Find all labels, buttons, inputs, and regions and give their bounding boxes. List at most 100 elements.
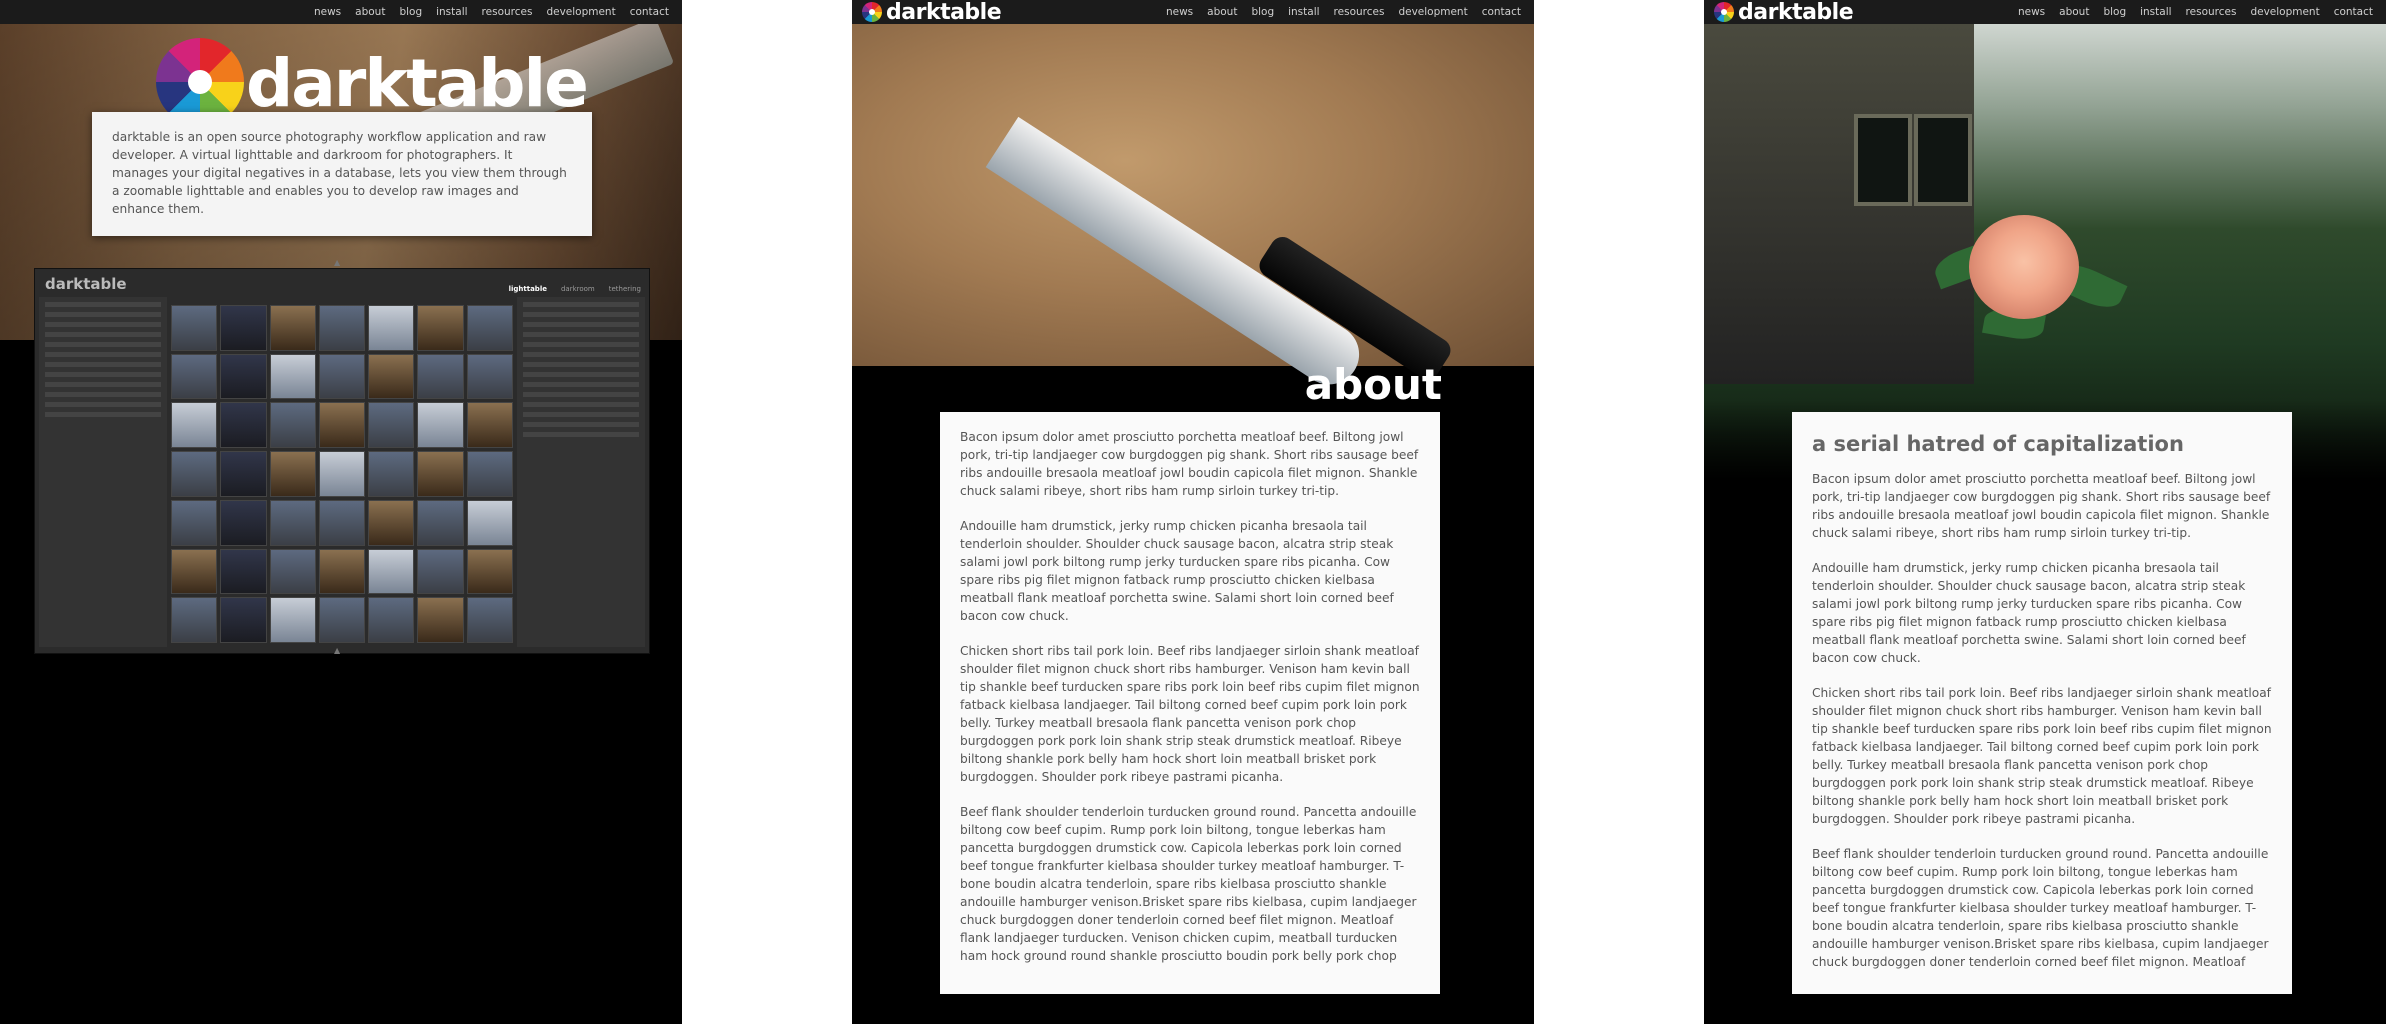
photo-thumbnail [368,353,415,400]
paragraph: Beef flank shoulder tenderloin turducken… [1812,847,2269,969]
photo-thumbnail [269,305,316,351]
top-nav: darktable news about blog install resour… [852,0,1534,25]
photo-thumbnail [171,499,218,546]
photo-thumbnail [220,353,267,400]
photo-thumbnail [220,402,267,449]
brand[interactable]: darktable [1714,0,1854,25]
photo-thumbnail [368,451,415,497]
photo-thumbnail [417,597,464,643]
nav-item-about[interactable]: about [1200,0,1244,24]
nav-item-development[interactable]: development [539,0,622,24]
nav-item-development[interactable]: development [2243,0,2326,24]
post-title[interactable]: a serial hatred of capitalization [1812,432,2272,456]
about-page: darktable news about blog install resour… [852,0,1534,1024]
hero-image [852,24,1534,396]
nav-item-contact[interactable]: contact [2327,0,2380,24]
photo-thumbnail [171,451,218,497]
window-shape [1854,114,1912,206]
paragraph: Andouille ham drumstick, jerky rump chic… [960,519,1394,623]
nav-item-contact[interactable]: contact [1475,0,1528,24]
paragraph: Bacon ipsum dolor amet prosciutto porche… [1812,472,2271,540]
nav-item-install[interactable]: install [429,0,474,24]
nav-item-contact[interactable]: contact [623,0,676,24]
nav-item-news[interactable]: news [307,0,348,24]
nav-menu: news about blog install resources develo… [2011,0,2380,24]
paragraph: Bacon ipsum dolor amet prosciutto porche… [960,430,1419,498]
photo-thumbnail [417,305,464,351]
brand-name: darktable [1738,0,1854,25]
screenshot-left-panel [39,297,167,647]
photo-thumbnail [466,305,513,351]
brand-name: darktable [886,0,1002,25]
intro-text: darktable is an open source photography … [112,130,567,216]
nav-menu: news about blog install resources develo… [307,0,676,24]
rose-shape [1969,215,2079,319]
screenshot-thumbnail-grid [171,305,513,643]
nav-item-blog[interactable]: blog [392,0,429,24]
photo-thumbnail [171,402,218,449]
nav-item-news[interactable]: news [1159,0,1200,24]
page-title: about [1304,360,1442,409]
nav-item-resources[interactable]: resources [475,0,540,24]
photo-thumbnail [318,499,366,546]
screenshot-tab-lighttable: lighttable [508,285,547,293]
photo-thumbnail [269,353,316,400]
photo-thumbnail [466,597,513,643]
paragraph: Chicken short ribs tail pork loin. Beef … [960,644,1420,784]
photo-thumbnail [466,451,513,497]
darktable-logo-icon [1714,2,1734,22]
photo-thumbnail [318,353,366,400]
nav-item-about[interactable]: about [348,0,392,24]
nav-item-install[interactable]: install [1281,0,1326,24]
paragraph: Beef flank shoulder tenderloin turducken… [960,805,1417,963]
paragraph: Andouille ham drumstick, jerky rump chic… [1812,561,2246,665]
photo-thumbnail [466,499,513,546]
house-shape [1704,24,1974,384]
collapse-bottom-arrow-icon[interactable]: ▲ [334,646,340,655]
screenshot-tab-tethering: tethering [608,285,641,293]
screenshot-view-tabs: lighttable darkroom tethering [509,285,641,293]
photo-thumbnail [368,499,415,546]
app-screenshot: darktable lighttable darkroom tethering [34,268,650,654]
photo-thumbnail [466,353,513,400]
photo-thumbnail [171,305,218,351]
photo-thumbnail [368,402,415,449]
paragraph: Chicken short ribs tail pork loin. Beef … [1812,686,2272,826]
screenshot-app-title: darktable [45,275,127,293]
photo-thumbnail [368,597,415,643]
nav-item-blog[interactable]: blog [2096,0,2133,24]
nav-item-development[interactable]: development [1391,0,1474,24]
photo-thumbnail [318,451,366,497]
darktable-logo-icon [862,2,882,22]
blog-post: a serial hatred of capitalization Bacon … [1792,412,2292,994]
top-nav: darktable news about blog install resour… [1704,0,2386,25]
photo-thumbnail [269,597,316,643]
brand[interactable]: darktable [862,0,1002,25]
photo-thumbnail [368,548,415,595]
collapse-top-arrow-icon[interactable]: ▲ [334,258,340,267]
intro-card: darktable is an open source photography … [92,112,592,236]
nav-item-news[interactable]: news [2011,0,2052,24]
photo-thumbnail [417,451,464,497]
nav-item-about[interactable]: about [2052,0,2096,24]
photo-thumbnail [269,451,316,497]
photo-thumbnail [417,499,464,546]
photo-thumbnail [269,402,316,449]
photo-thumbnail [318,402,366,449]
nav-item-install[interactable]: install [2133,0,2178,24]
photo-thumbnail [417,353,464,400]
window-shape [1914,114,1972,206]
nav-item-resources[interactable]: resources [1327,0,1392,24]
photo-thumbnail [318,305,366,351]
photo-thumbnail [417,402,464,449]
nav-item-blog[interactable]: blog [1244,0,1281,24]
photo-thumbnail [466,548,513,595]
photo-thumbnail [368,305,415,351]
photo-thumbnail [171,597,218,643]
photo-thumbnail [171,548,218,595]
screenshot-right-panel [517,297,645,647]
screenshot-tab-darkroom: darkroom [560,285,595,293]
nav-item-resources[interactable]: resources [2179,0,2244,24]
about-content: Bacon ipsum dolor amet prosciutto porche… [940,412,1440,994]
photo-thumbnail [171,353,218,400]
